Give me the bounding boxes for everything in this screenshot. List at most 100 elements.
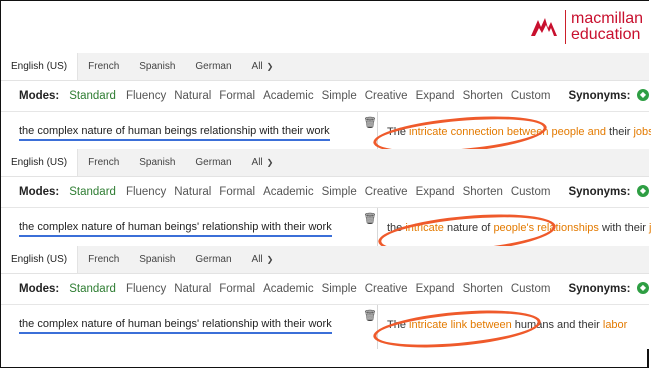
modes-bar: Modes: Standard Fluency Natural Formal Academ…	[1, 177, 649, 208]
mode-tab[interactable]: Simple	[322, 90, 357, 102]
input-text[interactable]: the complex nature of human beings' rela…	[19, 318, 332, 334]
premium-diamond-icon: ◆	[637, 89, 649, 101]
language-tab-label: All	[251, 254, 263, 265]
mode-tab[interactable]: Custom	[511, 186, 551, 198]
mode-tab[interactable]: Natural	[174, 283, 211, 295]
premium-diamond-icon: ◆	[637, 282, 649, 294]
top-header: macmillan education	[1, 1, 649, 54]
synonyms-label: Synonyms:	[568, 90, 631, 102]
language-tab-label: English (US)	[11, 254, 68, 265]
mode-tab[interactable]: Fluency	[126, 186, 166, 198]
modes-label: Modes:	[19, 283, 60, 295]
trash-icon[interactable]: 🗑	[363, 116, 377, 129]
mode-tab[interactable]: Expand	[416, 186, 455, 198]
panel-divider	[377, 305, 378, 349]
language-tab[interactable]: German	[185, 53, 241, 80]
mode-tab[interactable]: Formal	[219, 186, 255, 198]
language-tab[interactable]: French	[78, 53, 129, 80]
language-tab-label: English (US)	[11, 157, 68, 168]
mode-tab[interactable]: Expand	[416, 90, 455, 102]
mode-tab[interactable]: Formal	[219, 90, 255, 102]
language-tab-label: German	[195, 61, 232, 72]
modes-bar: Modes: Standard Fluency Natural Formal Academ…	[1, 274, 649, 305]
language-tab[interactable]: All ❯	[242, 53, 284, 80]
language-tab-label: Spanish	[139, 254, 176, 265]
language-tabs: English (US) French Spanish German All ❯	[1, 246, 649, 274]
chevron-down-icon: ❯	[266, 62, 274, 71]
mode-tab[interactable]: Natural	[174, 186, 211, 198]
synonyms-label: Synonyms:	[568, 283, 631, 295]
synonyms-label: Synonyms:	[568, 186, 631, 198]
mode-tab[interactable]: Formal	[219, 283, 255, 295]
input-text[interactable]: the complex nature of human beings' rela…	[19, 221, 332, 237]
mode-tab[interactable]: Fluency	[126, 90, 166, 102]
language-tab[interactable]: All ❯	[242, 149, 284, 176]
mode-tab[interactable]: Academic	[263, 283, 314, 295]
mode-tab[interactable]: Shorten	[463, 90, 503, 102]
language-tab-label: French	[88, 157, 120, 168]
brand-line-1: macmillan	[570, 10, 643, 27]
mode-tab[interactable]: Shorten	[463, 186, 503, 198]
language-tab[interactable]: Spanish	[129, 246, 185, 273]
language-tab[interactable]: French	[78, 149, 129, 176]
language-tabs: English (US) French Spanish German All ❯	[1, 149, 649, 177]
mode-tab[interactable]: Simple	[322, 186, 357, 198]
output-segment: people and	[551, 126, 606, 138]
trash-icon[interactable]: 🗑	[363, 309, 377, 322]
language-tab[interactable]: All ❯	[242, 246, 284, 273]
mode-tab[interactable]: Natural	[174, 90, 211, 102]
mode-tab[interactable]: Creative	[365, 186, 408, 198]
language-tab-label: English (US)	[11, 61, 68, 72]
mode-tab[interactable]: Simple	[322, 283, 357, 295]
modes-label: Modes:	[19, 186, 60, 198]
mode-tab[interactable]: Fluency	[126, 283, 166, 295]
mode-tab[interactable]: Custom	[511, 90, 551, 102]
red-circle-annotation	[371, 304, 543, 354]
mode-tab[interactable]: Creative	[365, 90, 408, 102]
brand-wordmark: macmillan education	[571, 11, 643, 43]
language-tab-label: German	[195, 157, 232, 168]
mode-tab[interactable]: Standard	[69, 283, 116, 295]
language-tab-label: All	[251, 157, 263, 168]
language-tab-label: German	[195, 254, 232, 265]
chevron-down-icon: ❯	[266, 255, 274, 264]
language-tab[interactable]: Spanish	[129, 53, 185, 80]
language-tab-label: Spanish	[139, 157, 176, 168]
macmillan-flame-icon	[530, 18, 557, 36]
synonyms-slider[interactable]: ◆	[637, 185, 649, 198]
premium-diamond-icon: ◆	[637, 185, 649, 197]
language-tab[interactable]: French	[78, 246, 129, 273]
language-tab[interactable]: English (US)	[1, 246, 79, 273]
paraphraser-panel: English (US) French Spanish German All ❯ Modes…	[1, 149, 651, 260]
paraphraser-panel: English (US) French Spanish German All ❯ Modes…	[1, 246, 649, 354]
mode-tab[interactable]: Shorten	[463, 283, 503, 295]
language-tab[interactable]: German	[185, 149, 241, 176]
paraphrase-row: the complex nature of human beings' rela…	[1, 304, 649, 354]
paraphraser-panel: English (US) French Spanish German All ❯ Modes…	[1, 53, 651, 160]
macmillan-logo: macmillan education	[529, 10, 643, 44]
language-tab[interactable]: English (US)	[1, 149, 79, 176]
mode-tab[interactable]: Academic	[263, 90, 314, 102]
brand-line-2: education	[570, 26, 641, 43]
output-segment: labor	[602, 319, 628, 331]
input-text[interactable]: the complex nature of human beings relat…	[19, 125, 330, 141]
synonyms-slider[interactable]: ◆	[637, 282, 649, 295]
output-segment: jobs	[633, 126, 651, 138]
mode-tab[interactable]: Standard	[69, 90, 116, 102]
language-tab[interactable]: English (US)	[1, 53, 79, 80]
mode-tab[interactable]: Standard	[69, 186, 116, 198]
synonyms-slider[interactable]: ◆	[637, 89, 649, 102]
language-tab[interactable]: German	[185, 246, 241, 273]
trash-icon[interactable]: 🗑	[363, 212, 377, 225]
logo-divider	[564, 10, 566, 44]
output-segment: their	[605, 126, 634, 138]
output-segment: with their	[598, 222, 650, 234]
mode-tab[interactable]: Custom	[511, 283, 551, 295]
language-tab-label: All	[251, 61, 263, 72]
language-tabs: English (US) French Spanish German All ❯	[1, 53, 649, 81]
mode-tab[interactable]: Expand	[416, 283, 455, 295]
mode-tab[interactable]: Academic	[263, 186, 314, 198]
language-tab[interactable]: Spanish	[129, 149, 185, 176]
mode-tab[interactable]: Creative	[365, 283, 408, 295]
language-tab-label: Spanish	[139, 61, 176, 72]
